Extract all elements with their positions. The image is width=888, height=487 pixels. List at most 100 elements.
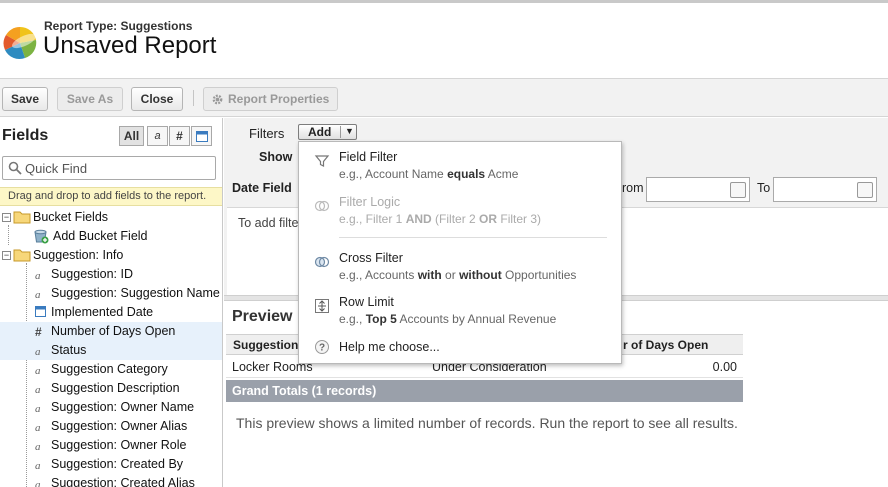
filter-text-toggle[interactable]: a	[147, 126, 168, 146]
example-text: Opportunities	[501, 268, 577, 282]
show-label: Show	[259, 150, 293, 164]
tree-label: Suggestion Description	[51, 381, 180, 395]
date-field-icon	[35, 306, 46, 320]
add-filter-menu: Field Filter e.g., Account Name equals A…	[298, 141, 622, 364]
menu-item-example: e.g., Top 5 Accounts by Annual Revenue	[339, 312, 556, 326]
menu-item-filter-logic[interactable]: Filter Logic e.g., Filter 1 AND (Filter …	[299, 193, 621, 229]
funnel-icon	[314, 155, 330, 167]
tree-field-item[interactable]: a Suggestion Category	[0, 360, 222, 379]
save-as-button[interactable]: Save As	[57, 87, 123, 111]
tree-label: Suggestion: Created By	[51, 457, 184, 471]
folder-icon	[13, 210, 31, 227]
menu-item-field-filter[interactable]: Field Filter e.g., Account Name equals A…	[299, 148, 621, 184]
tree-folder[interactable]: − Suggestion: Info	[0, 246, 222, 265]
report-properties-button[interactable]: Report Properties	[203, 87, 338, 111]
example-text: Filter 3)	[497, 212, 542, 226]
example-keyword: without	[459, 268, 502, 282]
tree-label: Number of Days Open	[51, 324, 176, 338]
text-field-icon: a	[35, 270, 41, 282]
cell-days-open: 0.00	[712, 360, 737, 374]
collapse-toggle-icon[interactable]: −	[2, 251, 11, 260]
folder-icon	[13, 248, 31, 265]
tree-field-item[interactable]: a Status	[0, 341, 222, 360]
filters-hint: To add filte	[238, 216, 299, 230]
menu-item-title: Filter Logic	[339, 195, 401, 209]
report-properties-label: Report Properties	[228, 92, 330, 106]
tree-field-item[interactable]: a Suggestion: Owner Alias	[0, 417, 222, 436]
tree-field-item[interactable]: a Suggestion: Owner Name	[0, 398, 222, 417]
menu-item-example: e.g., Account Name equals Acme	[339, 167, 518, 181]
fields-title: Fields	[2, 127, 49, 144]
tree-label: Suggestion: Suggestion Name	[51, 286, 220, 300]
fields-panel: Fields All a # Drag and drop to add fiel…	[0, 118, 223, 487]
example-keyword: AND	[405, 212, 432, 226]
tree-field-item[interactable]: # Number of Days Open	[0, 322, 222, 341]
text-field-icon: a	[35, 460, 41, 472]
tree-label: Suggestion: Owner Alias	[51, 419, 188, 433]
from-label: rom	[622, 181, 644, 195]
report-type-label: Report Type: Suggestions	[44, 19, 193, 33]
tree-label: Suggestion: Info	[33, 248, 124, 262]
report-title: Unsaved Report	[43, 32, 217, 59]
calendar-icon[interactable]	[857, 182, 873, 198]
tree-field-item[interactable]: a Suggestion: ID	[0, 265, 222, 284]
menu-item-cross-filter[interactable]: Cross Filter e.g., Accounts with or with…	[299, 249, 621, 285]
example-keyword: OR	[479, 212, 498, 226]
number-field-icon: #	[35, 325, 42, 339]
example-keyword: Top 5	[365, 312, 397, 326]
calendar-icon[interactable]	[730, 182, 746, 198]
preview-title: Preview	[232, 308, 293, 325]
menu-item-example: e.g., Filter 1 AND (Filter 2 OR Filter 3…	[339, 212, 541, 226]
button-divider	[340, 126, 341, 138]
tree-label: Status	[51, 343, 87, 357]
filters-label: Filters	[249, 126, 285, 141]
svg-text:?: ?	[319, 343, 325, 354]
tree-field-item[interactable]: a Suggestion: Owner Role	[0, 436, 222, 455]
gear-icon	[212, 94, 223, 104]
tree-label: Suggestion Category	[51, 362, 168, 376]
column-header[interactable]: Suggestion:	[233, 338, 302, 352]
quick-find-field[interactable]	[2, 156, 216, 180]
example-text: Acme	[485, 167, 519, 181]
quick-find-input[interactable]	[25, 160, 211, 176]
example-text: e.g., Account Name	[339, 167, 448, 181]
report-logo-icon	[3, 26, 37, 60]
menu-item-help[interactable]: ? Help me choose...	[299, 338, 621, 358]
text-field-icon: a	[35, 384, 41, 396]
tree-folder[interactable]: − Bucket Fields	[0, 208, 222, 227]
example-text: Accounts by Annual Revenue	[396, 312, 557, 326]
text-field-icon: a	[35, 441, 41, 453]
menu-divider	[339, 237, 607, 238]
menu-item-title: Help me choose...	[339, 340, 440, 354]
column-header[interactable]: r of Days Open	[623, 338, 708, 352]
menu-item-row-limit[interactable]: Row Limit e.g., Top 5 Accounts by Annual…	[299, 294, 621, 330]
tree-field-item[interactable]: a Suggestion: Suggestion Name	[0, 284, 222, 303]
example-text: e.g., Accounts	[339, 268, 418, 282]
text-field-icon: a	[35, 403, 41, 415]
add-filter-button[interactable]: Add ▼	[298, 124, 357, 140]
filter-date-toggle[interactable]	[191, 126, 212, 146]
close-button[interactable]: Close	[131, 87, 183, 111]
calendar-icon	[195, 130, 208, 142]
help-icon: ?	[315, 340, 329, 354]
date-field-label: Date Field	[232, 181, 292, 195]
tree-field-item[interactable]: a Suggestion: Created Alias	[0, 474, 222, 487]
drag-drop-hint: Drag and drop to add fields to the repor…	[0, 187, 222, 206]
tree-field-item[interactable]: Add Bucket Field	[0, 227, 222, 246]
grand-totals-row: Grand Totals (1 records)	[226, 380, 743, 402]
to-date-input[interactable]	[773, 177, 877, 202]
tree-field-item[interactable]: a Suggestion Description	[0, 379, 222, 398]
row-limit-icon	[315, 299, 329, 313]
menu-item-title: Field Filter	[339, 150, 398, 164]
from-date-input[interactable]	[646, 177, 750, 202]
cross-filter-icon	[314, 256, 330, 268]
text-field-icon: a	[35, 289, 41, 301]
toolbar: Save Save As Close Report Properties	[0, 78, 888, 117]
save-button[interactable]: Save	[2, 87, 48, 111]
collapse-toggle-icon[interactable]: −	[2, 213, 11, 222]
tree-field-item[interactable]: a Suggestion: Created By	[0, 455, 222, 474]
filter-number-toggle[interactable]: #	[169, 126, 190, 146]
tree-field-item[interactable]: Implemented Date	[0, 303, 222, 322]
preview-note: This preview shows a limited number of r…	[236, 415, 738, 431]
filter-all-toggle[interactable]: All	[119, 126, 144, 146]
